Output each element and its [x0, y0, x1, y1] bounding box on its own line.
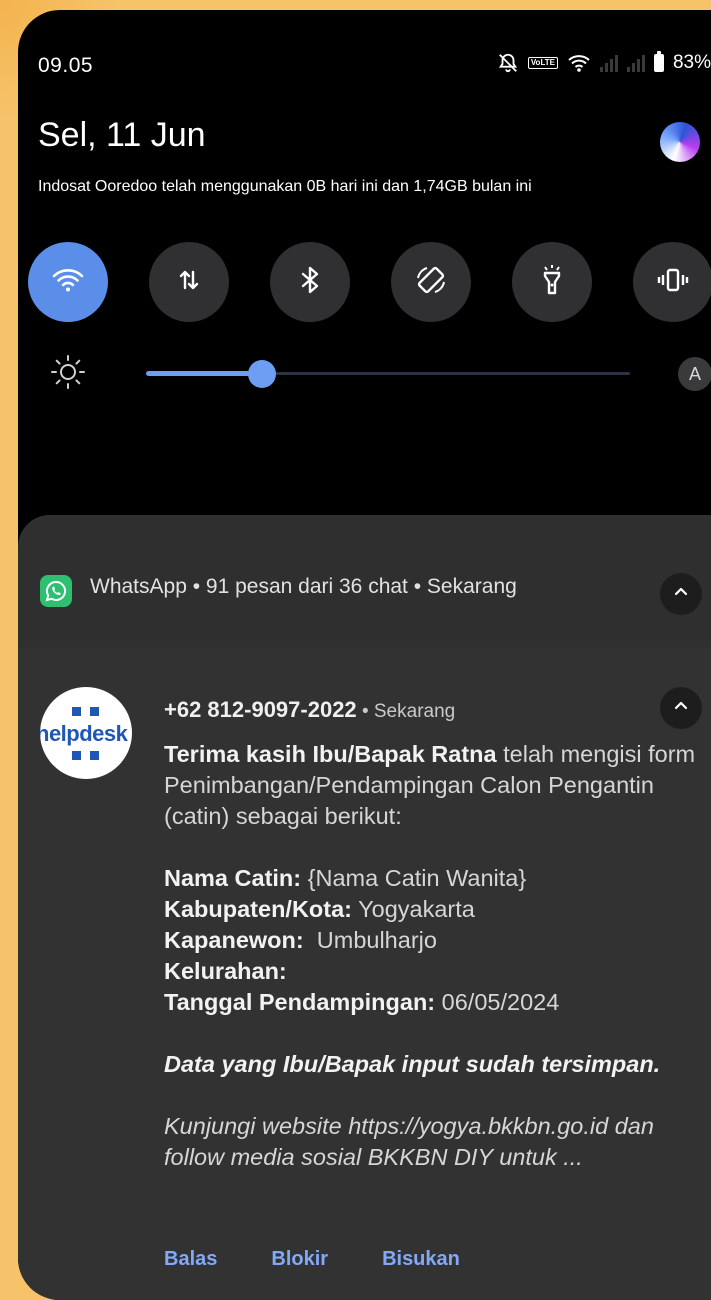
notification-panel: WhatsApp • 91 pesan dari 36 chat • Sekar…	[18, 515, 711, 1300]
auto-rotate-icon	[413, 262, 449, 303]
vibrate-icon	[655, 262, 691, 303]
message-notification[interactable]: helpdesk +62 812-9097-2022 • Sekarang Te…	[18, 647, 711, 1300]
message-time: • Sekarang	[356, 701, 456, 722]
message-collapse-button[interactable]	[660, 687, 702, 729]
assistant-icon[interactable]	[660, 122, 700, 162]
field-kabupaten: Kabupaten/Kota: Yogyakarta	[164, 896, 475, 922]
mute-button[interactable]: Bisukan	[382, 1248, 460, 1271]
brightness-control: A	[48, 340, 711, 400]
tile-bluetooth[interactable]	[270, 242, 350, 322]
chevron-up-icon	[672, 697, 690, 720]
volte-icon: VoLTE	[527, 57, 558, 69]
saved-text: Data yang Ibu/Bapak input sudah tersimpa…	[164, 1051, 661, 1077]
wifi-icon	[50, 262, 86, 303]
tile-mobile-data[interactable]	[149, 242, 229, 322]
whatsapp-group-title: WhatsApp • 91 pesan dari 36 chat • Sekar…	[90, 575, 517, 598]
brightness-slider-thumb[interactable]	[248, 360, 277, 388]
notification-actions: Balas Blokir Bisukan	[164, 1248, 460, 1271]
reply-button[interactable]: Balas	[164, 1248, 217, 1271]
mobile-data-icon	[171, 262, 207, 303]
block-button[interactable]: Blokir	[271, 1248, 328, 1271]
field-kelurahan: Kelurahan:	[164, 958, 287, 984]
phone-screen: 09.05 VoLTE 83% Sel, 11 Jun Indosat Oore…	[18, 10, 711, 1300]
battery-icon	[653, 51, 664, 72]
avatar-logo-text: helpdesk	[40, 721, 128, 746]
signal-sim2-icon	[626, 54, 645, 72]
brightness-fill	[146, 371, 263, 376]
mute-icon	[497, 52, 519, 74]
tile-auto-rotate[interactable]	[391, 242, 471, 322]
signal-sim1-icon	[599, 54, 618, 72]
whatsapp-group-header[interactable]: WhatsApp • 91 pesan dari 36 chat • Sekar…	[18, 515, 711, 647]
date-label: Sel, 11 Jun	[38, 116, 206, 154]
chevron-up-icon	[672, 583, 690, 606]
field-nama-catin: Nama Catin: {Nama Catin Wanita}	[164, 865, 527, 891]
brightness-icon	[48, 352, 88, 392]
tile-wifi[interactable]	[28, 242, 108, 322]
tile-flashlight[interactable]	[512, 242, 592, 322]
auto-brightness-button[interactable]: A	[678, 357, 711, 391]
data-usage-text: Indosat Ooredoo telah menggunakan 0B har…	[38, 178, 532, 195]
group-collapse-button[interactable]	[660, 573, 702, 615]
field-tanggal: Tanggal Pendampingan: 06/05/2024	[164, 989, 560, 1015]
flashlight-icon	[534, 262, 570, 303]
sender-number: +62 812-9097-2022	[164, 697, 357, 722]
tile-vibrate[interactable]	[633, 242, 711, 322]
visit-text: Kunjungi website https://yogya.bkkbn.go.…	[164, 1113, 654, 1170]
whatsapp-icon	[40, 575, 72, 607]
message-intro: Terima kasih Ibu/Bapak Ratna telah mengi…	[164, 741, 696, 829]
status-bar: 09.05 VoLTE 83%	[18, 10, 711, 120]
bluetooth-icon	[292, 262, 328, 303]
message-body: Terima kasih Ibu/Bapak Ratna telah mengi…	[164, 739, 711, 1173]
status-time: 09.05	[38, 54, 94, 77]
field-kapanewon: Kapanewon: Umbulharjo	[164, 927, 437, 953]
quick-settings-tiles	[28, 242, 711, 324]
wifi-status-icon	[567, 53, 591, 73]
sender-line: +62 812-9097-2022 • Sekarang	[164, 697, 455, 723]
status-icons: VoLTE 83%	[497, 51, 711, 74]
battery-percent: 83%	[672, 52, 711, 73]
avatar: helpdesk	[40, 687, 132, 779]
